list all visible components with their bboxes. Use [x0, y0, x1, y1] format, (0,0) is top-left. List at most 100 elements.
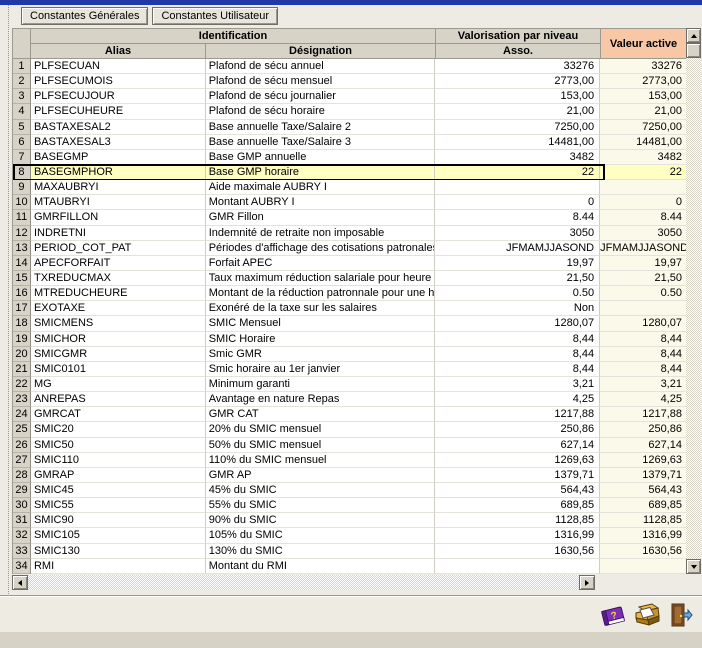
- alias-cell[interactable]: BASTAXESAL2: [31, 120, 206, 135]
- designation-cell[interactable]: Base annuelle Taxe/Salaire 3: [206, 135, 436, 150]
- alias-cell[interactable]: ANREPAS: [31, 392, 206, 407]
- designation-cell[interactable]: Forfait APEC: [206, 256, 436, 271]
- asso-value-cell[interactable]: 0: [435, 195, 600, 210]
- asso-value-cell[interactable]: 7250,00: [435, 120, 600, 135]
- valeur-active-cell[interactable]: 8.44: [600, 210, 686, 225]
- table-row[interactable]: 34 RMI Montant du RMI: [13, 559, 686, 574]
- valeur-active-cell[interactable]: 1128,85: [600, 513, 686, 528]
- asso-value-cell[interactable]: [435, 180, 600, 195]
- asso-value-cell[interactable]: 0.50: [435, 286, 600, 301]
- table-row[interactable]: 20 SMICGMR Smic GMR 8,44 8,44: [13, 347, 686, 362]
- alias-cell[interactable]: BASEGMPHOR: [31, 165, 206, 180]
- table-row[interactable]: 25 SMIC20 20% du SMIC mensuel 250,86 250…: [13, 422, 686, 437]
- designation-cell[interactable]: GMR Fillon: [206, 210, 436, 225]
- designation-cell[interactable]: Plafond de sécu horaire: [206, 104, 436, 119]
- asso-value-cell[interactable]: 1280,07: [435, 316, 600, 331]
- table-row[interactable]: 7 BASEGMP Base GMP annuelle 3482 3482: [13, 150, 686, 165]
- table-row[interactable]: 17 EXOTAXE Exonéré de la taxe sur les sa…: [13, 301, 686, 316]
- alias-cell[interactable]: MTAUBRYI: [31, 195, 206, 210]
- alias-cell[interactable]: BASTAXESAL3: [31, 135, 206, 150]
- designation-cell[interactable]: 55% du SMIC: [206, 498, 436, 513]
- asso-value-cell[interactable]: 8,44: [435, 332, 600, 347]
- scroll-left-button[interactable]: [12, 575, 28, 590]
- asso-value-cell[interactable]: 8.44: [435, 210, 600, 225]
- alias-cell[interactable]: BASEGMP: [31, 150, 206, 165]
- designation-cell[interactable]: Avantage en nature Repas: [206, 392, 436, 407]
- valeur-active-cell[interactable]: 19,97: [600, 256, 686, 271]
- valeur-active-cell[interactable]: 250,86: [600, 422, 686, 437]
- table-row[interactable]: 28 GMRAP GMR AP 1379,71 1379,71: [13, 468, 686, 483]
- table-row[interactable]: 1 PLFSECUAN Plafond de sécu annuel 33276…: [13, 59, 686, 74]
- valeur-active-cell[interactable]: 1379,71: [600, 468, 686, 483]
- asso-value-cell[interactable]: 3482: [435, 150, 600, 165]
- scroll-up-button[interactable]: [686, 28, 701, 43]
- table-row[interactable]: 12 INDRETNI Indemnité de retraite non im…: [13, 226, 686, 241]
- table-row[interactable]: 9 MAXAUBRYI Aide maximale AUBRY I: [13, 180, 686, 195]
- alias-cell[interactable]: SMIC90: [31, 513, 206, 528]
- designation-cell[interactable]: Aide maximale AUBRY I: [206, 180, 436, 195]
- alias-cell[interactable]: SMIC0101: [31, 362, 206, 377]
- valeur-active-cell[interactable]: [600, 301, 686, 316]
- asso-value-cell[interactable]: 250,86: [435, 422, 600, 437]
- alias-cell[interactable]: SMICMENS: [31, 316, 206, 331]
- designation-cell[interactable]: Base annuelle Taxe/Salaire 2: [206, 120, 436, 135]
- valeur-active-cell[interactable]: 564,43: [600, 483, 686, 498]
- designation-cell[interactable]: 130% du SMIC: [206, 544, 436, 559]
- designation-cell[interactable]: Montant AUBRY I: [206, 195, 436, 210]
- valeur-active-cell[interactable]: 21,50: [600, 271, 686, 286]
- valeur-active-cell[interactable]: 689,85: [600, 498, 686, 513]
- asso-value-cell[interactable]: 3050: [435, 226, 600, 241]
- valeur-active-cell[interactable]: 8,44: [600, 332, 686, 347]
- exit-button[interactable]: [666, 600, 696, 630]
- asso-value-cell[interactable]: 4,25: [435, 392, 600, 407]
- alias-cell[interactable]: SMIC130: [31, 544, 206, 559]
- table-row[interactable]: 29 SMIC45 45% du SMIC 564,43 564,43: [13, 483, 686, 498]
- asso-value-cell[interactable]: 8,44: [435, 347, 600, 362]
- table-row[interactable]: 18 SMICMENS SMIC Mensuel 1280,07 1280,07: [13, 316, 686, 331]
- valeur-active-cell[interactable]: 1269,63: [600, 453, 686, 468]
- designation-cell[interactable]: SMIC Horaire: [206, 332, 436, 347]
- asso-value-cell[interactable]: Non: [435, 301, 600, 316]
- table-row[interactable]: 21 SMIC0101 Smic horaire au 1er janvier …: [13, 362, 686, 377]
- table-row[interactable]: 3 PLFSECUJOUR Plafond de sécu journalier…: [13, 89, 686, 104]
- alias-cell[interactable]: PLFSECUHEURE: [31, 104, 206, 119]
- designation-cell[interactable]: Plafond de sécu mensuel: [206, 74, 436, 89]
- horizontal-scrollbar[interactable]: [12, 575, 595, 590]
- asso-value-cell[interactable]: 1217,88: [435, 407, 600, 422]
- valeur-active-cell[interactable]: 3,21: [600, 377, 686, 392]
- table-row[interactable]: 31 SMIC90 90% du SMIC 1128,85 1128,85: [13, 513, 686, 528]
- alias-cell[interactable]: SMIC45: [31, 483, 206, 498]
- scroll-right-button[interactable]: [579, 575, 595, 590]
- designation-cell[interactable]: GMR CAT: [206, 407, 436, 422]
- asso-value-cell[interactable]: 1630,56: [435, 544, 600, 559]
- asso-value-cell[interactable]: 21,00: [435, 104, 600, 119]
- designation-cell[interactable]: 50% du SMIC mensuel: [206, 438, 436, 453]
- designation-cell[interactable]: Smic horaire au 1er janvier: [206, 362, 436, 377]
- designation-cell[interactable]: 110% du SMIC mensuel: [206, 453, 436, 468]
- alias-cell[interactable]: GMRCAT: [31, 407, 206, 422]
- designation-cell[interactable]: GMR AP: [206, 468, 436, 483]
- table-row[interactable]: 26 SMIC50 50% du SMIC mensuel 627,14 627…: [13, 438, 686, 453]
- valeur-active-cell[interactable]: JFMAMJJASOND: [600, 241, 686, 256]
- vertical-scroll-thumb[interactable]: [686, 43, 701, 58]
- valeur-active-cell[interactable]: 8,44: [600, 347, 686, 362]
- valeur-active-cell[interactable]: 0: [600, 195, 686, 210]
- designation-cell[interactable]: Plafond de sécu journalier: [206, 89, 436, 104]
- designation-cell[interactable]: Taux maximum réduction salariale pour he…: [206, 271, 436, 286]
- asso-value-cell[interactable]: JFMAMJJASOND: [435, 241, 600, 256]
- valeur-active-cell[interactable]: 14481,00: [600, 135, 686, 150]
- table-row[interactable]: 19 SMICHOR SMIC Horaire 8,44 8,44: [13, 332, 686, 347]
- alias-cell[interactable]: SMIC20: [31, 422, 206, 437]
- tab-constantes-utilisateur[interactable]: Constantes Utilisateur: [152, 7, 278, 25]
- valeur-active-cell[interactable]: 1217,88: [600, 407, 686, 422]
- valeur-active-cell[interactable]: 1316,99: [600, 528, 686, 543]
- print-button[interactable]: [632, 600, 662, 630]
- alias-cell[interactable]: PLFSECUJOUR: [31, 89, 206, 104]
- alias-cell[interactable]: SMICHOR: [31, 332, 206, 347]
- alias-cell[interactable]: MTREDUCHEURE: [31, 286, 206, 301]
- alias-cell[interactable]: INDRETNI: [31, 226, 206, 241]
- table-row[interactable]: 4 PLFSECUHEURE Plafond de sécu horaire 2…: [13, 104, 686, 119]
- valeur-active-cell[interactable]: [600, 559, 686, 574]
- alias-cell[interactable]: GMRAP: [31, 468, 206, 483]
- asso-value-cell[interactable]: 19,97: [435, 256, 600, 271]
